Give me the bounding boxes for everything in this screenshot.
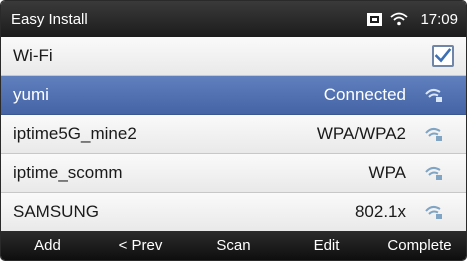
- wifi-toggle-checkbox[interactable]: [432, 45, 454, 67]
- network-status: Connected: [323, 85, 406, 104]
- network-name: iptime_scomm: [13, 163, 123, 182]
- sim-card-icon: [367, 12, 383, 26]
- wifi-signal-icon: [425, 88, 442, 102]
- wifi-status-icon: [390, 12, 409, 26]
- network-security: WPA: [368, 163, 406, 182]
- network-row-yumi[interactable]: yumi Connected: [1, 76, 466, 115]
- network-name: SAMSUNG: [13, 202, 99, 221]
- edit-button[interactable]: Edit: [280, 231, 373, 260]
- network-name: yumi: [13, 85, 49, 104]
- network-row-samsung[interactable]: SAMSUNG 802.1x: [1, 193, 466, 232]
- network-security: WPA/WPA2: [316, 124, 406, 143]
- app-title: Easy Install: [11, 10, 88, 28]
- wifi-signal-icon: [425, 205, 442, 219]
- wifi-signal-icon: [425, 127, 442, 141]
- easy-install-screen: Easy Install 17:09 Wi-Fi yumi Connected …: [0, 0, 467, 261]
- status-time: 17:09: [420, 10, 458, 28]
- wifi-network-list: Wi-Fi yumi Connected iptime5G_mine2 WPA/…: [1, 37, 466, 233]
- network-security: 802.1x: [354, 202, 406, 221]
- wifi-signal-icon: [425, 166, 442, 180]
- scan-button[interactable]: Scan: [187, 231, 280, 260]
- network-row-iptime-scomm[interactable]: iptime_scomm WPA: [1, 154, 466, 193]
- prev-button[interactable]: < Prev: [94, 231, 187, 260]
- wifi-toggle-row[interactable]: Wi-Fi: [1, 37, 466, 76]
- network-name: iptime5G_mine2: [13, 124, 137, 143]
- status-bar: Easy Install 17:09: [1, 1, 466, 37]
- status-icons: 17:09: [367, 11, 458, 28]
- complete-button[interactable]: Complete: [373, 231, 466, 260]
- checkmark-icon: [434, 48, 452, 63]
- wifi-toggle-label: Wi-Fi: [13, 46, 53, 65]
- bottom-toolbar: Add < Prev Scan Edit Complete: [1, 231, 466, 260]
- network-row-iptime5g-mine2[interactable]: iptime5G_mine2 WPA/WPA2: [1, 115, 466, 154]
- add-button[interactable]: Add: [1, 231, 94, 260]
